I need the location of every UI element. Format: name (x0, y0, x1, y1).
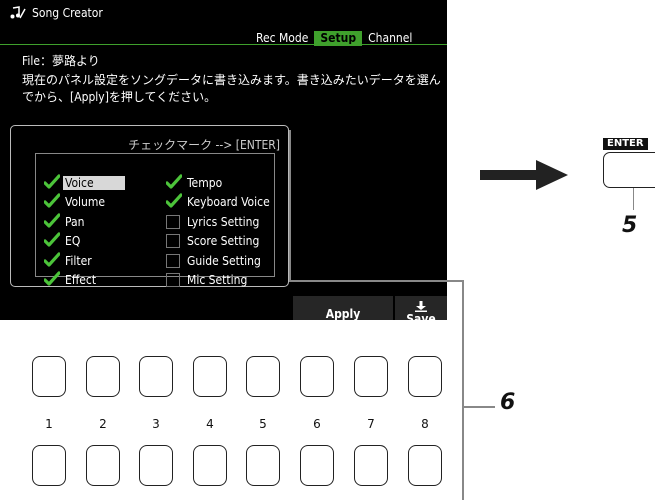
button-number-label: 5 (259, 417, 267, 431)
button-number-label: 8 (421, 417, 429, 431)
title-bar: Song Creator (10, 6, 103, 20)
checkbox-item[interactable]: Guide Setting (166, 251, 272, 271)
save-button[interactable]: Save (395, 296, 447, 320)
panel-button-lower-4[interactable] (193, 445, 227, 486)
empty-checkbox-icon[interactable] (166, 273, 180, 288)
button-number-label: 6 (313, 417, 321, 431)
checkbox-label: Score Setting (187, 234, 260, 249)
checkbox-item[interactable]: Filter (44, 251, 125, 271)
checkbox-label: Volume (65, 195, 106, 210)
checkbox-item[interactable]: Effect (44, 271, 125, 291)
lcd-screen: Song Creator Rec Mode Setup Channel File… (0, 0, 447, 320)
button-number-label: 7 (367, 417, 375, 431)
tab-divider (0, 44, 447, 45)
enter-button[interactable] (603, 152, 655, 188)
panel-button-lower-6[interactable] (300, 445, 334, 486)
instruction-text: 現在のパネル設定をソングデータに書き込みます。書き込みたいデータを選んでから、[… (22, 73, 441, 104)
button-number-label: 2 (99, 417, 107, 431)
checkbox-item[interactable]: Lyrics Setting (166, 212, 272, 232)
panel-button-upper-2[interactable] (86, 356, 120, 397)
checkbox-label: Filter (65, 253, 92, 268)
button-number-label: 1 (45, 417, 53, 431)
checkbox-label: Guide Setting (187, 253, 261, 268)
empty-checkbox-icon[interactable] (166, 234, 180, 249)
checkbox-label: Pan (65, 214, 85, 229)
checkbox-item[interactable]: Pan (44, 212, 125, 232)
empty-checkbox-icon[interactable] (166, 253, 180, 268)
checkbox-label: Lyrics Setting (187, 214, 260, 229)
panel-button-upper-8[interactable] (408, 356, 442, 397)
panel-button-lower-8[interactable] (408, 445, 442, 486)
callout-5-line (633, 188, 634, 210)
dialog-connector (289, 130, 291, 280)
checkbox-column-left: Voice Volume Pan EQ Filter Effect (44, 173, 125, 290)
checkbox-item[interactable]: Volume (44, 193, 125, 213)
music-note-icon (10, 6, 26, 19)
apply-button[interactable]: Apply (293, 296, 393, 320)
empty-checkbox-icon[interactable] (166, 214, 180, 229)
checkmark-icon[interactable] (166, 193, 182, 209)
save-label: Save (406, 312, 436, 320)
checkbox-item[interactable]: Tempo (166, 173, 272, 193)
checkbox-label: Effect (65, 273, 97, 288)
checkmark-icon[interactable] (166, 174, 182, 190)
download-arrow-icon (415, 301, 427, 312)
panel-button-lower-2[interactable] (86, 445, 120, 486)
button-number-label: 3 (152, 417, 160, 431)
app-title: Song Creator (32, 6, 103, 20)
step-6-label: 6 (500, 390, 516, 415)
panel-button-upper-1[interactable] (32, 356, 66, 397)
step-5-label: 5 (622, 213, 638, 238)
panel-button-upper-3[interactable] (139, 356, 173, 397)
panel-button-upper-7[interactable] (354, 356, 388, 397)
panel-button-lower-5[interactable] (246, 445, 280, 486)
callout-6-line (463, 406, 495, 408)
enter-label: ENTER (603, 138, 648, 150)
soft-button-bar: Apply Save (293, 296, 447, 320)
checkbox-label: Voice (63, 175, 125, 190)
right-arrow-icon (480, 160, 568, 190)
checkbox-item[interactable]: Keyboard Voice (166, 193, 272, 213)
file-name: File：夢路より (22, 54, 100, 68)
checkbox-item[interactable]: Mic Setting (166, 271, 272, 291)
checkbox-item[interactable]: Score Setting (166, 232, 272, 252)
panel-button-lower-1[interactable] (32, 445, 66, 486)
checkbox-column-right: Tempo Keyboard Voice Lyrics Setting Score S… (166, 173, 272, 290)
checkmark-icon[interactable] (44, 271, 60, 287)
checkbox-label: Tempo (187, 175, 223, 190)
panel-button-upper-4[interactable] (193, 356, 227, 397)
checkbox-label: Keyboard Voice (187, 195, 270, 210)
apply-label: Apply (325, 306, 361, 321)
checkmark-icon[interactable] (44, 213, 60, 229)
checkmark-icon[interactable] (44, 232, 60, 248)
checkmark-icon[interactable] (44, 174, 60, 190)
checkbox-label: Mic Setting (187, 273, 248, 288)
panel-button-lower-7[interactable] (354, 445, 388, 486)
dialog-connector-bottom (289, 280, 463, 282)
bracket-right (462, 280, 464, 500)
checkmark-icon[interactable] (44, 252, 60, 268)
panel-button-upper-5[interactable] (246, 356, 280, 397)
checkbox-item[interactable]: EQ (44, 232, 125, 252)
panel-button-lower-3[interactable] (139, 445, 173, 486)
panel-button-upper-6[interactable] (300, 356, 334, 397)
checkmark-icon[interactable] (44, 193, 60, 209)
checkbox-item[interactable]: Voice (44, 173, 125, 193)
button-number-label: 4 (206, 417, 214, 431)
dialog-header: チェックマーク --> [ENTER] (128, 138, 280, 152)
checkbox-label: EQ (65, 234, 81, 249)
